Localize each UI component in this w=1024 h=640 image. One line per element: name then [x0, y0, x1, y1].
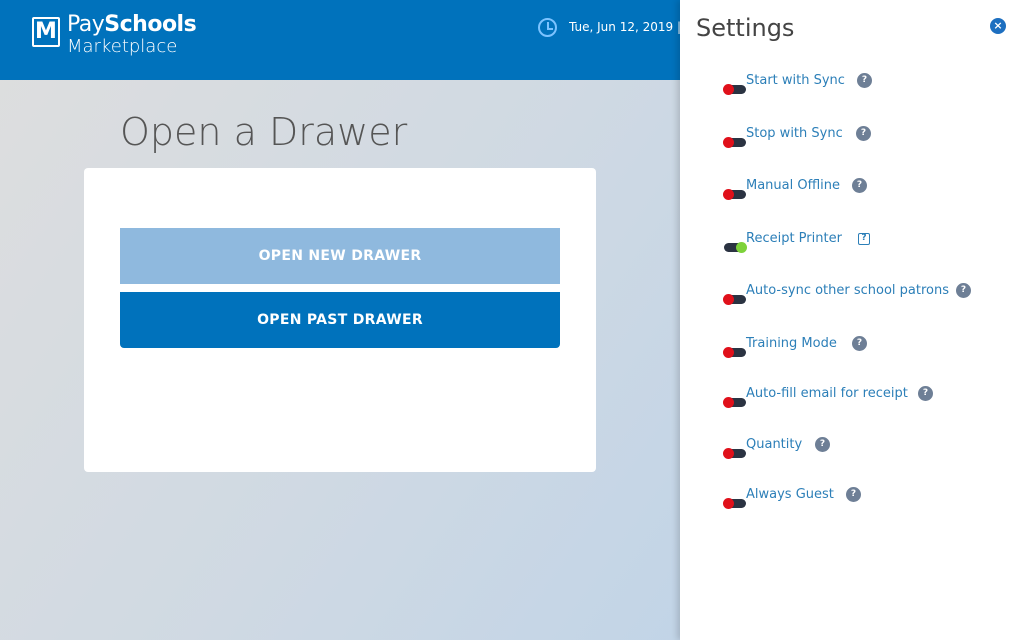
help-icon[interactable]: ?	[856, 126, 871, 141]
setting-label: Stop with Sync	[746, 126, 843, 141]
payschools-logo-icon: M	[32, 17, 60, 47]
toggle-knob	[723, 294, 734, 305]
clock-icon	[538, 18, 557, 37]
open-new-drawer-button[interactable]: OPEN NEW DRAWER	[120, 228, 560, 284]
setting-toggle[interactable]	[723, 347, 746, 358]
setting-label: Manual Offline	[746, 178, 841, 193]
setting-label: Training Mode	[746, 336, 837, 351]
toggle-knob	[723, 189, 734, 200]
toggle-knob	[723, 397, 734, 408]
toggle-knob	[723, 448, 734, 459]
help-icon[interactable]: ?	[918, 386, 933, 401]
setting-label: Start with Sync	[746, 73, 845, 88]
page-title: Open a Drawer	[120, 110, 408, 154]
setting-toggle[interactable]	[723, 448, 746, 459]
setting-toggle[interactable]	[723, 397, 746, 408]
help-icon[interactable]: ?	[852, 336, 867, 351]
app-header: M PaySchools Marketplace Tue, Jun 12, 20…	[0, 0, 680, 80]
settings-panel: Settings × Start with Sync ? Stop with S…	[680, 0, 1024, 640]
setting-toggle[interactable]	[724, 242, 747, 253]
help-icon[interactable]: ?	[815, 437, 830, 452]
drawer-card: OPEN NEW DRAWER OPEN PAST DRAWER	[84, 168, 596, 472]
toggle-knob	[723, 498, 734, 509]
help-icon[interactable]: ?	[852, 178, 867, 193]
help-icon[interactable]: ?	[846, 487, 861, 502]
help-icon[interactable]: ?	[857, 73, 872, 88]
brand-name: PaySchools	[67, 12, 197, 37]
datetime: Tue, Jun 12, 2019 | 9:	[569, 20, 680, 34]
setting-label: Auto-fill email for receipt	[746, 386, 908, 401]
help-icon[interactable]: ?	[858, 233, 870, 245]
setting-toggle[interactable]	[723, 498, 746, 509]
open-past-drawer-button[interactable]: OPEN PAST DRAWER	[120, 292, 560, 348]
brand-sub: Marketplace	[67, 36, 178, 57]
close-icon[interactable]: ×	[990, 18, 1006, 34]
setting-label: Always Guest	[746, 487, 834, 502]
toggle-knob	[723, 347, 734, 358]
brand-bold: Schools	[104, 12, 197, 37]
brand-light: Pay	[67, 12, 105, 37]
setting-label: Auto-sync other school patrons	[746, 283, 950, 298]
help-icon[interactable]: ?	[956, 283, 971, 298]
settings-title: Settings	[696, 14, 795, 42]
setting-toggle[interactable]	[723, 189, 746, 200]
toggle-knob	[723, 84, 734, 95]
toggle-knob	[723, 137, 734, 148]
setting-toggle[interactable]	[723, 84, 746, 95]
setting-label: Quantity	[746, 437, 803, 452]
setting-toggle[interactable]	[723, 294, 746, 305]
setting-toggle[interactable]	[723, 137, 746, 148]
setting-label: Receipt Printer	[746, 231, 842, 246]
